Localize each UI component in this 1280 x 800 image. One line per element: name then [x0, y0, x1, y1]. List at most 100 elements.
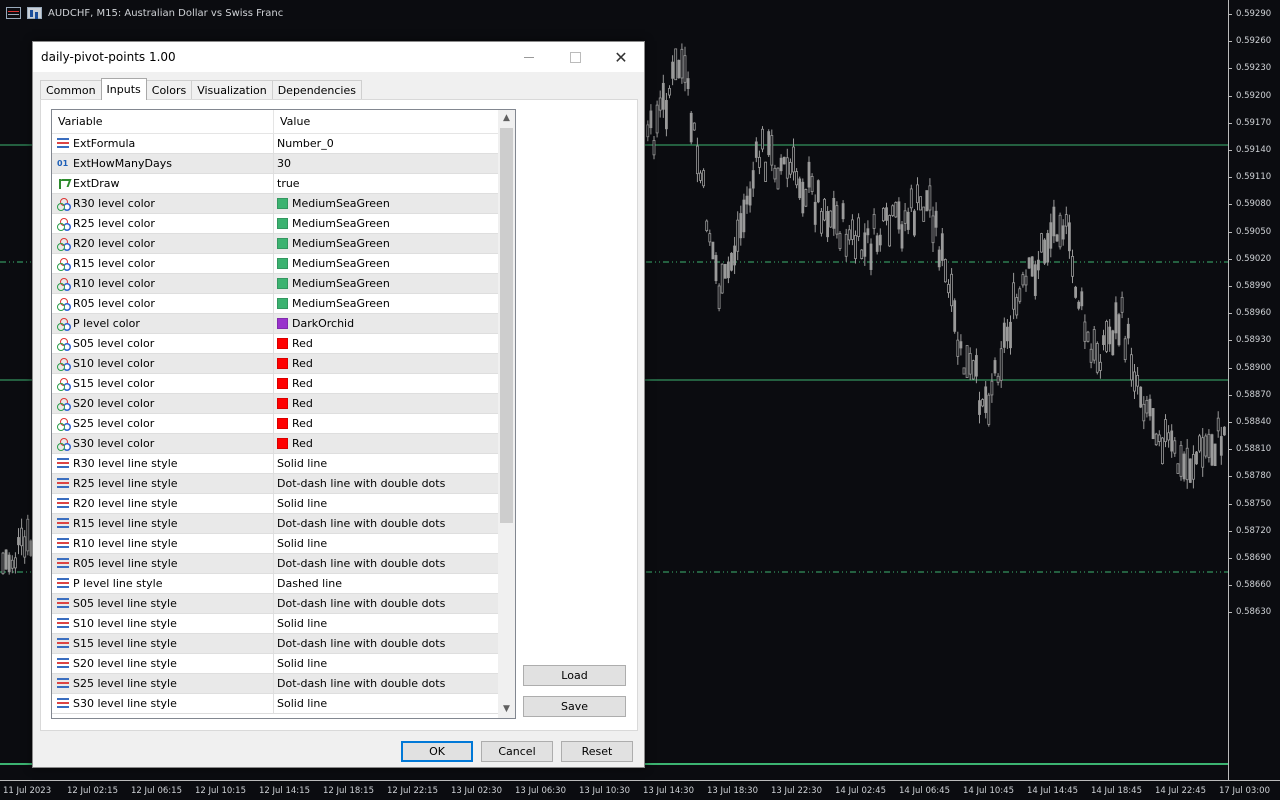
color-swatch — [277, 398, 288, 409]
tab-visualization[interactable]: Visualization — [191, 80, 273, 100]
table-row[interactable]: R10 level color MediumSeaGreen — [52, 274, 498, 294]
candle-body — [916, 184, 919, 204]
candle-body — [661, 82, 665, 110]
value-cell[interactable]: Red — [274, 334, 313, 353]
candle-body — [999, 348, 1003, 381]
table-row[interactable]: R15 level line style Dot-dash line with d… — [52, 514, 498, 534]
table-row[interactable]: P level color DarkOrchid — [52, 314, 498, 334]
value-cell[interactable]: Red — [274, 394, 313, 413]
table-row[interactable]: S15 level line style Dot-dash line with d… — [52, 634, 498, 654]
maximize-button — [552, 42, 598, 72]
table-row[interactable]: R25 level line style Dot-dash line with d… — [52, 474, 498, 494]
candle-body — [733, 245, 736, 266]
reset-button[interactable]: Reset — [561, 741, 633, 762]
table-row[interactable]: R20 level line style Solid line — [52, 494, 498, 514]
save-button[interactable]: Save — [523, 696, 626, 717]
scroll-down-icon[interactable]: ▼ — [498, 701, 515, 718]
table-row[interactable]: R30 level line style Solid line — [52, 454, 498, 474]
variable-value: Solid line — [277, 537, 328, 550]
table-row[interactable]: S30 level line style Solid line — [52, 694, 498, 714]
table-row[interactable]: S05 level line style Dot-dash line with d… — [52, 594, 498, 614]
value-cell[interactable]: MediumSeaGreen — [274, 194, 390, 213]
value-cell[interactable]: MediumSeaGreen — [274, 274, 390, 293]
value-cell[interactable]: Dot-dash line with double dots — [274, 674, 445, 693]
candle-body — [1136, 374, 1139, 387]
value-cell[interactable]: Red — [274, 434, 313, 453]
value-cell[interactable]: DarkOrchid — [274, 314, 354, 333]
candle-body — [795, 171, 798, 186]
table-row[interactable]: R05 level color MediumSeaGreen — [52, 294, 498, 314]
variable-cell: ExtFormula — [52, 134, 274, 153]
value-cell[interactable]: Solid line — [274, 694, 327, 713]
tab-common[interactable]: Common — [40, 80, 102, 100]
table-row[interactable]: R25 level color MediumSeaGreen — [52, 214, 498, 234]
value-cell[interactable]: Red — [274, 354, 313, 373]
table-row[interactable]: S25 level color Red — [52, 414, 498, 434]
value-cell[interactable]: Dot-dash line with double dots — [274, 594, 445, 613]
value-cell[interactable]: Red — [274, 374, 313, 393]
price-axis[interactable]: 0.59290 0.59260 0.59230 0.59200 0.59170 0.591… — [1228, 0, 1280, 780]
value-cell[interactable]: Dashed line — [274, 574, 342, 593]
tab-colors[interactable]: Colors — [145, 80, 193, 100]
table-row[interactable]: S20 level line style Solid line — [52, 654, 498, 674]
column-header-variable[interactable]: Variable — [52, 110, 274, 133]
table-row[interactable]: S10 level color Red — [52, 354, 498, 374]
value-cell[interactable]: Solid line — [274, 454, 327, 473]
value-cell[interactable]: Dot-dash line with double dots — [274, 514, 445, 533]
table-row[interactable]: R05 level line style Dot-dash line with d… — [52, 554, 498, 574]
table-row[interactable]: S15 level color Red — [52, 374, 498, 394]
color-swatch — [277, 418, 288, 429]
table-row[interactable]: S20 level color Red — [52, 394, 498, 414]
value-cell[interactable]: Solid line — [274, 654, 327, 673]
chart-bars-icon[interactable] — [27, 7, 42, 19]
value-cell[interactable]: MediumSeaGreen — [274, 214, 390, 233]
table-row[interactable]: S05 level color Red — [52, 334, 498, 354]
candle-body — [1064, 214, 1068, 227]
inputs-grid[interactable]: Variable Value ExtFormula Number_0 ExtHowM… — [51, 109, 516, 719]
value-cell[interactable]: MediumSeaGreen — [274, 254, 390, 273]
candle-body — [823, 198, 826, 221]
load-button[interactable]: Load — [523, 665, 626, 686]
value-cell[interactable]: 30 — [274, 154, 291, 173]
table-row[interactable]: S25 level line style Dot-dash line with d… — [52, 674, 498, 694]
value-cell[interactable]: Dot-dash line with double dots — [274, 554, 445, 573]
value-cell[interactable]: Number_0 — [274, 134, 334, 153]
value-cell[interactable]: Red — [274, 414, 313, 433]
close-button[interactable]: ✕ — [598, 42, 644, 72]
value-cell[interactable]: Dot-dash line with double dots — [274, 634, 445, 653]
scroll-thumb[interactable] — [500, 128, 513, 523]
color-swatch — [277, 338, 288, 349]
ok-button[interactable]: OK — [401, 741, 473, 762]
tab-inputs[interactable]: Inputs — [100, 78, 147, 100]
value-cell[interactable]: MediumSeaGreen — [274, 294, 390, 313]
tab-dependencies[interactable]: Dependencies — [271, 80, 362, 100]
table-row[interactable]: R10 level line style Solid line — [52, 534, 498, 554]
price-tick-label: 0.58810 — [1228, 443, 1280, 455]
table-row[interactable]: S10 level line style Solid line — [52, 614, 498, 634]
table-row[interactable]: R20 level color MediumSeaGreen — [52, 234, 498, 254]
table-row[interactable]: R15 level color MediumSeaGreen — [52, 254, 498, 274]
column-header-value[interactable]: Value — [274, 110, 310, 133]
scroll-up-icon[interactable]: ▲ — [498, 110, 515, 127]
value-cell[interactable]: Solid line — [274, 614, 327, 633]
value-cell[interactable]: Dot-dash line with double dots — [274, 474, 445, 493]
dialog-titlebar[interactable]: daily-pivot-points 1.00 ✕ — [33, 42, 644, 72]
candle-body — [646, 124, 650, 138]
value-cell[interactable]: Solid line — [274, 494, 327, 513]
candle-body — [1185, 447, 1189, 481]
time-axis[interactable]: 11 Jul 2023 12 Jul 02:15 12 Jul 06:15 12 Ju… — [0, 780, 1280, 800]
table-row[interactable]: ExtHowManyDays 30 — [52, 154, 498, 174]
table-row[interactable]: R30 level color MediumSeaGreen — [52, 194, 498, 214]
grid-scrollbar[interactable]: ▲ ▼ — [498, 110, 515, 718]
value-cell[interactable]: true — [274, 174, 300, 193]
cancel-button[interactable]: Cancel — [481, 741, 553, 762]
value-cell[interactable]: Solid line — [274, 534, 327, 553]
value-cell[interactable]: MediumSeaGreen — [274, 234, 390, 253]
chart-table-icon[interactable] — [6, 7, 21, 19]
table-row[interactable]: ExtDraw true — [52, 174, 498, 194]
candle-body — [1176, 463, 1180, 474]
table-row[interactable]: ExtFormula Number_0 — [52, 134, 498, 154]
table-row[interactable]: S30 level color Red — [52, 434, 498, 454]
table-row[interactable]: P level line style Dashed line — [52, 574, 498, 594]
price-tick-label: 0.58990 — [1228, 280, 1280, 292]
